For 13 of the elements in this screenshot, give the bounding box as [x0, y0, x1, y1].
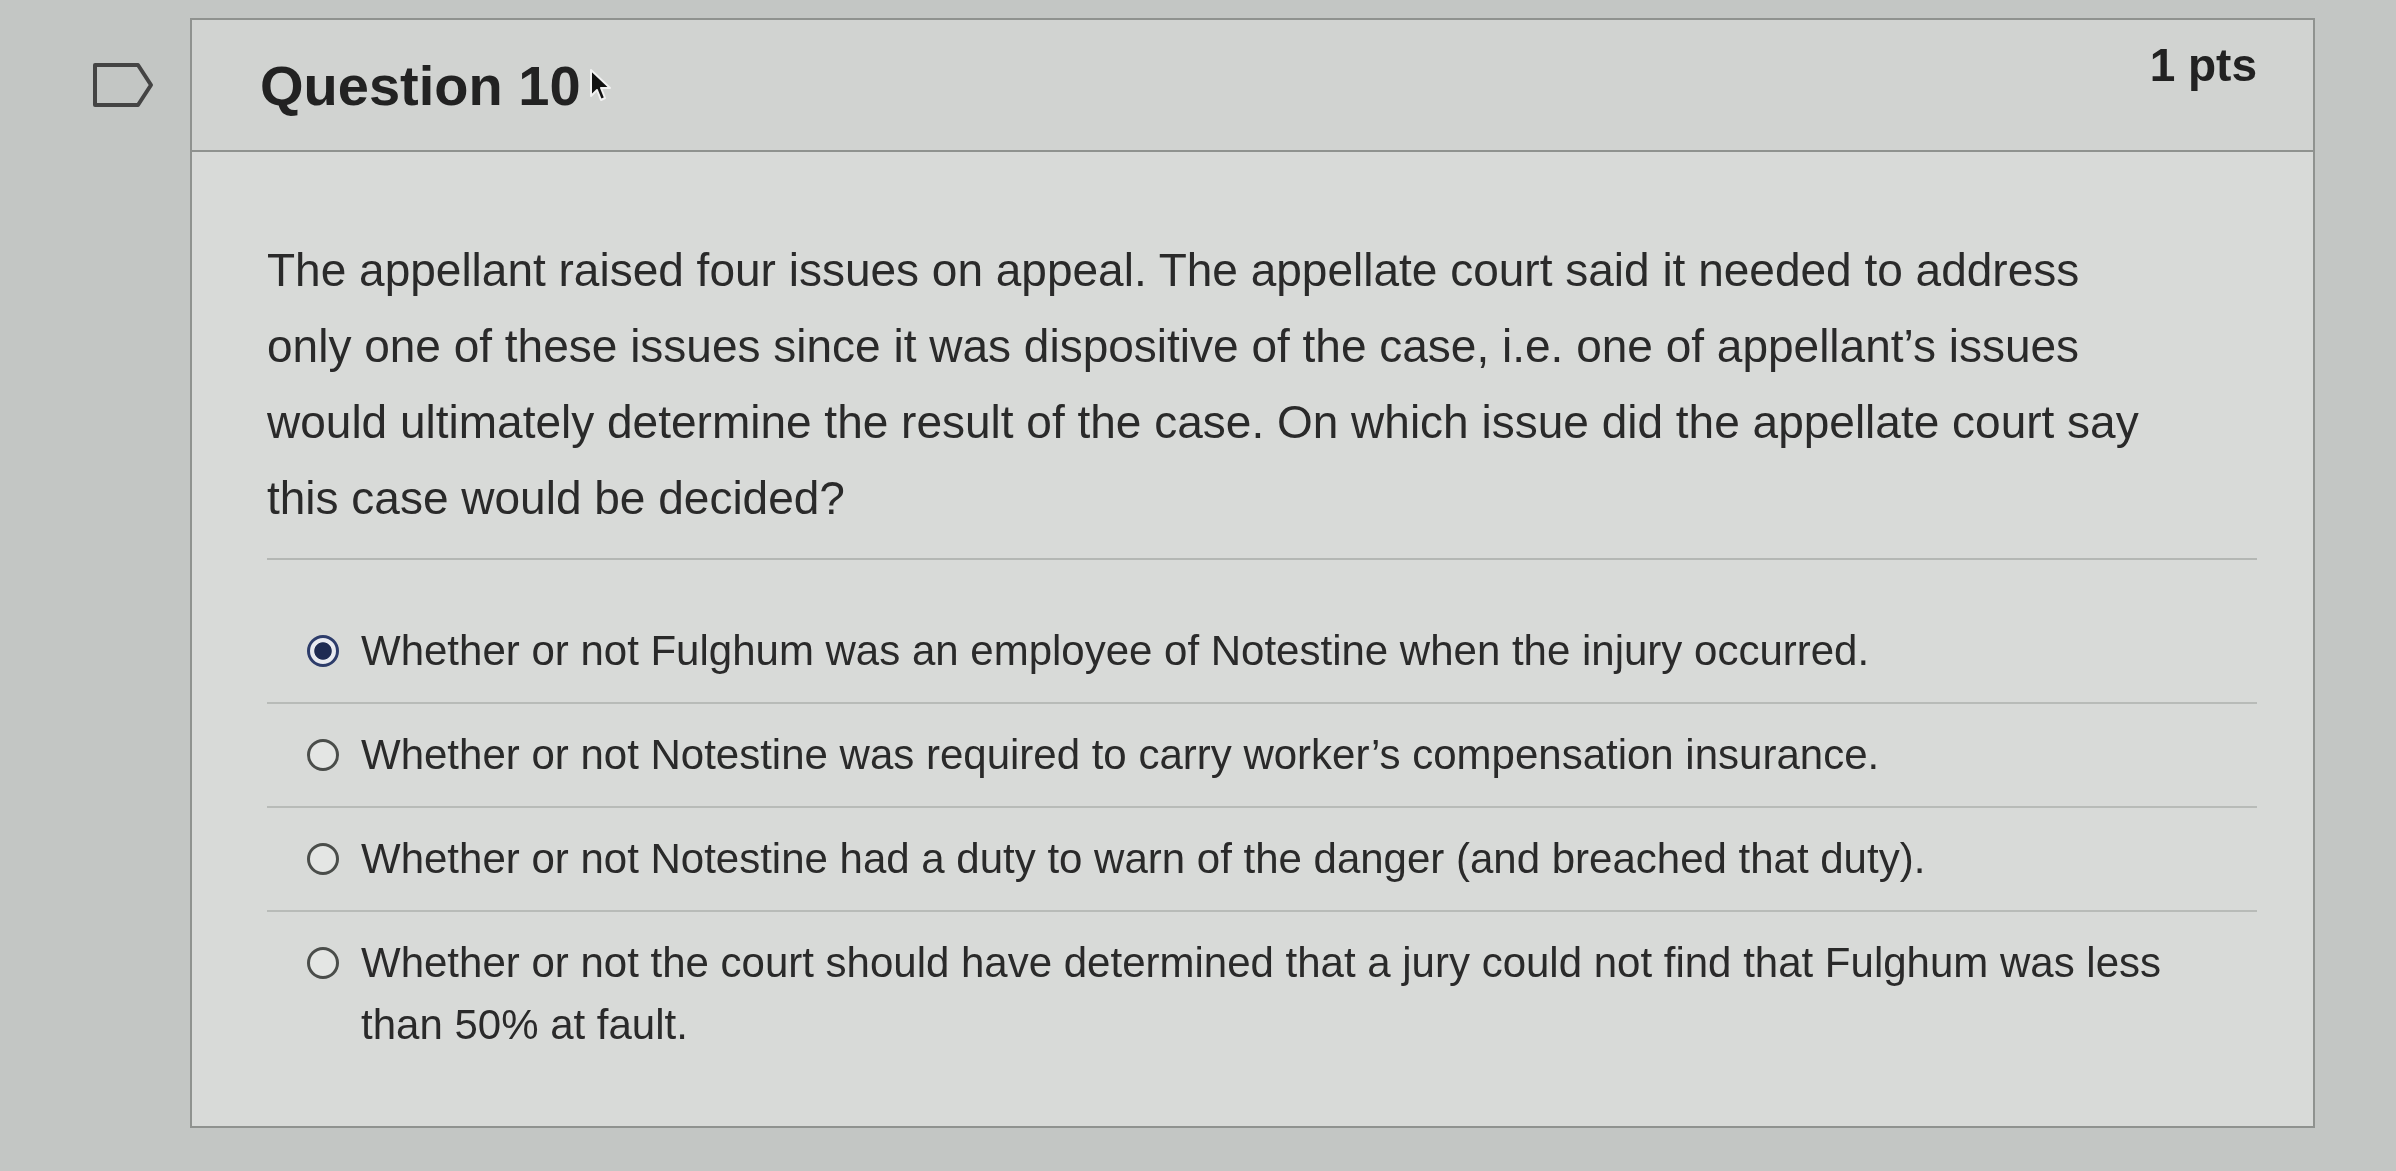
- answer-option-label[interactable]: Whether or not Notestine was required to carry worker’s compensation insurance.: [361, 724, 2241, 786]
- answer-option-label[interactable]: Whether or not Notestine had a duty to warn of the danger (and breached that duty).: [361, 828, 2241, 890]
- question-text: The appellant raised four issues on appeal. The appellate court said it needed to address only one of these issues since it was dispositive of the case, i.e. one of appellant’s issues would ultimately determine the result of the case. On which issue did the appellate court say this case would be decided?: [267, 243, 2140, 526]
- question-title: Question 10: [260, 52, 581, 118]
- points-label: 1 pts: [2149, 38, 2257, 92]
- radio-button[interactable]: [307, 947, 339, 979]
- radio-button[interactable]: [307, 843, 339, 875]
- answer-option-label[interactable]: Whether or not Fulghum was an employee of Notestine when the injury occurred.: [361, 620, 2241, 682]
- flag-icon[interactable]: [92, 62, 154, 108]
- radio-button[interactable]: [307, 739, 339, 771]
- answer-option-label[interactable]: Whether or not the court should have determined that a jury could not find that Fulghum was less than 50% at fault.: [361, 932, 2241, 1056]
- mouse-pointer-icon: [588, 68, 613, 102]
- radio-button[interactable]: [307, 635, 339, 667]
